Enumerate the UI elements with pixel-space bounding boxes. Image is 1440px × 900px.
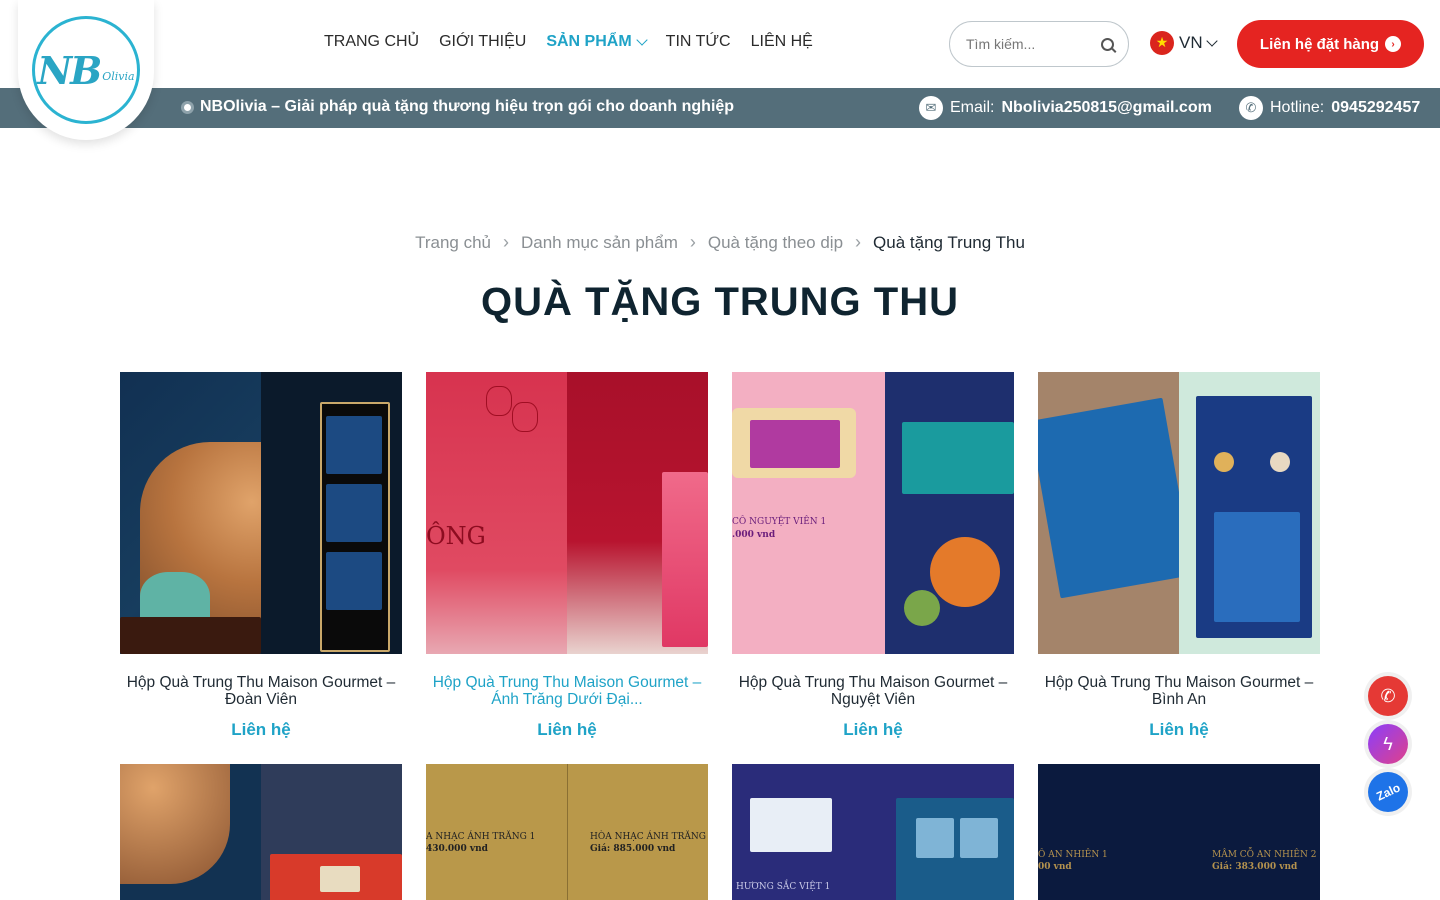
zalo-icon: Zalo: [1373, 780, 1403, 804]
thumb-text: HÒA NHẠC ÁNH TRĂNG 2: [590, 832, 708, 842]
product-card[interactable]: Hộp Quà Trung Thu Maison Gourmet – Đoàn …: [120, 372, 402, 740]
messenger-button[interactable]: ϟ: [1368, 724, 1408, 764]
product-card[interactable]: HƯƠNG SẮC VIỆT 1: [732, 764, 1014, 900]
nav-about[interactable]: GIỚI THIỆU: [439, 33, 526, 51]
nav-news[interactable]: TIN TỨC: [666, 33, 731, 51]
site-header: NB Olivia TRANG CHỦ GIỚI THIỆU SẢN PHẨM …: [0, 0, 1440, 140]
product-card[interactable]: A NHẠC ÁNH TRĂNG 1 430.000 vnd HÒA NHẠC …: [426, 764, 708, 900]
vietnam-flag-icon: ★: [1150, 31, 1174, 55]
product-image[interactable]: [120, 372, 402, 654]
thumb-text: Giá: 885.000 vnd: [590, 844, 676, 854]
page-title: QUÀ TẶNG TRUNG THU: [481, 280, 959, 324]
nav-home[interactable]: TRANG CHỦ: [324, 33, 419, 51]
breadcrumb-occasion[interactable]: Quà tặng theo dịp: [708, 233, 843, 253]
chevron-right-icon: ›: [1385, 36, 1402, 52]
chevron-down-icon: [636, 34, 648, 46]
product-image[interactable]: Ô AN NHIÊN 1 00 vnd MÂM CỖ AN NHIÊN 2 Gi…: [1038, 764, 1320, 900]
breadcrumb-current: Quà tặng Trung Thu: [873, 232, 1025, 252]
product-price[interactable]: Liên hệ: [120, 720, 402, 740]
thumb-text: ÔNG: [426, 522, 486, 550]
nav-products-label: SẢN PHẨM: [546, 33, 632, 50]
chevron-down-icon: [1205, 35, 1218, 47]
product-title[interactable]: Hộp Quà Trung Thu Maison Gourmet – Đoàn …: [120, 674, 402, 708]
nav-products[interactable]: SẢN PHẨM: [546, 33, 648, 51]
logo-text: NB: [37, 47, 102, 93]
order-contact-button[interactable]: Liên hệ đặt hàng ›: [1237, 20, 1424, 68]
mail-icon: ✉: [919, 96, 943, 120]
search-box: [949, 21, 1129, 67]
logo-subtext: Olivia: [102, 69, 135, 83]
phone-icon: ✆: [1380, 685, 1396, 706]
product-card[interactable]: [120, 764, 402, 900]
chevron-right-icon: ›: [503, 232, 509, 252]
breadcrumb-catalog[interactable]: Danh mục sản phẩm: [521, 233, 678, 253]
thumb-text: A NHẠC ÁNH TRĂNG 1: [426, 832, 536, 842]
product-price[interactable]: Liên hệ: [426, 720, 708, 740]
language-label: VN: [1179, 33, 1203, 52]
logo-badge: NB Olivia: [32, 16, 140, 124]
main-nav: TRANG CHỦ GIỚI THIỆU SẢN PHẨM TIN TỨC LI…: [324, 33, 813, 51]
product-image[interactable]: HƯƠNG SẮC VIỆT 1: [732, 764, 1014, 900]
call-button[interactable]: ✆: [1368, 676, 1408, 716]
nav-contact[interactable]: LIÊN HỆ: [751, 33, 813, 51]
breadcrumb: Trang chủ › Danh mục sản phẩm › Quà tặng…: [0, 232, 1440, 253]
logo[interactable]: NB Olivia: [18, 0, 154, 140]
thumb-text: MÂM CỖ AN NHIÊN 2: [1212, 850, 1317, 860]
hotline-contact[interactable]: ✆ Hotline: 0945292457: [1239, 96, 1420, 120]
language-switcher[interactable]: ★ VN: [1150, 31, 1218, 55]
tagline-text: NBOlivia – Giải pháp quà tặng thương hiệ…: [200, 98, 735, 115]
product-image[interactable]: CÔ NGUYỆT VIÊN 1 .000 vnd: [732, 372, 1014, 654]
product-image[interactable]: A NHẠC ÁNH TRĂNG 1 430.000 vnd HÒA NHẠC …: [426, 764, 708, 900]
product-grid: Hộp Quà Trung Thu Maison Gourmet – Đoàn …: [120, 372, 1320, 900]
messenger-icon: ϟ: [1383, 733, 1393, 754]
product-image[interactable]: [120, 764, 402, 900]
email-value: Nbolivia250815@gmail.com: [1001, 99, 1212, 116]
thumb-text: CÔ NGUYỆT VIÊN 1: [732, 517, 827, 527]
bullet-icon: [181, 100, 194, 114]
product-card[interactable]: Hộp Quà Trung Thu Maison Gourmet – Bình …: [1038, 372, 1320, 740]
order-contact-label: Liên hệ đặt hàng: [1259, 35, 1380, 53]
product-image[interactable]: ÔNG: [426, 372, 708, 654]
email-label: Email:: [950, 99, 995, 116]
thumb-text: Giá: 383.000 vnd: [1212, 862, 1298, 872]
thumb-text: HƯƠNG SẮC VIỆT 1: [736, 882, 831, 892]
product-price[interactable]: Liên hệ: [732, 720, 1014, 740]
tagline: NBOlivia – Giải pháp quà tặng thương hiệ…: [181, 98, 734, 116]
product-title[interactable]: Hộp Quà Trung Thu Maison Gourmet – Ánh T…: [426, 674, 708, 708]
breadcrumb-home[interactable]: Trang chủ: [415, 233, 491, 253]
product-card[interactable]: CÔ NGUYỆT VIÊN 1 .000 vnd Hộp Quà Trung …: [732, 372, 1014, 740]
thumb-text: 430.000 vnd: [426, 844, 488, 854]
search-input[interactable]: [966, 36, 1086, 52]
product-price[interactable]: Liên hệ: [1038, 720, 1320, 740]
info-bar: NBOlivia – Giải pháp quà tặng thương hiệ…: [0, 88, 1440, 128]
thumb-text: .000 vnd: [732, 530, 776, 540]
chevron-right-icon: ›: [855, 232, 862, 252]
product-title[interactable]: Hộp Quà Trung Thu Maison Gourmet – Nguyệ…: [732, 674, 1014, 708]
chevron-right-icon: ›: [689, 232, 696, 252]
product-card[interactable]: ÔNG Hộp Quà Trung Thu Maison Gourmet – Á…: [426, 372, 708, 740]
hotline-value: 0945292457: [1331, 99, 1421, 116]
thumb-text: 00 vnd: [1038, 862, 1072, 872]
search-icon[interactable]: [1101, 37, 1114, 51]
hotline-label: Hotline:: [1270, 99, 1325, 116]
product-title[interactable]: Hộp Quà Trung Thu Maison Gourmet – Bình …: [1038, 674, 1320, 708]
phone-icon: ✆: [1239, 96, 1263, 120]
thumb-text: Ô AN NHIÊN 1: [1038, 850, 1108, 860]
product-image[interactable]: [1038, 372, 1320, 654]
email-contact[interactable]: ✉ Email: Nbolivia250815@gmail.com: [919, 96, 1212, 120]
zalo-button[interactable]: Zalo: [1368, 772, 1408, 812]
product-card[interactable]: Ô AN NHIÊN 1 00 vnd MÂM CỖ AN NHIÊN 2 Gi…: [1038, 764, 1320, 900]
